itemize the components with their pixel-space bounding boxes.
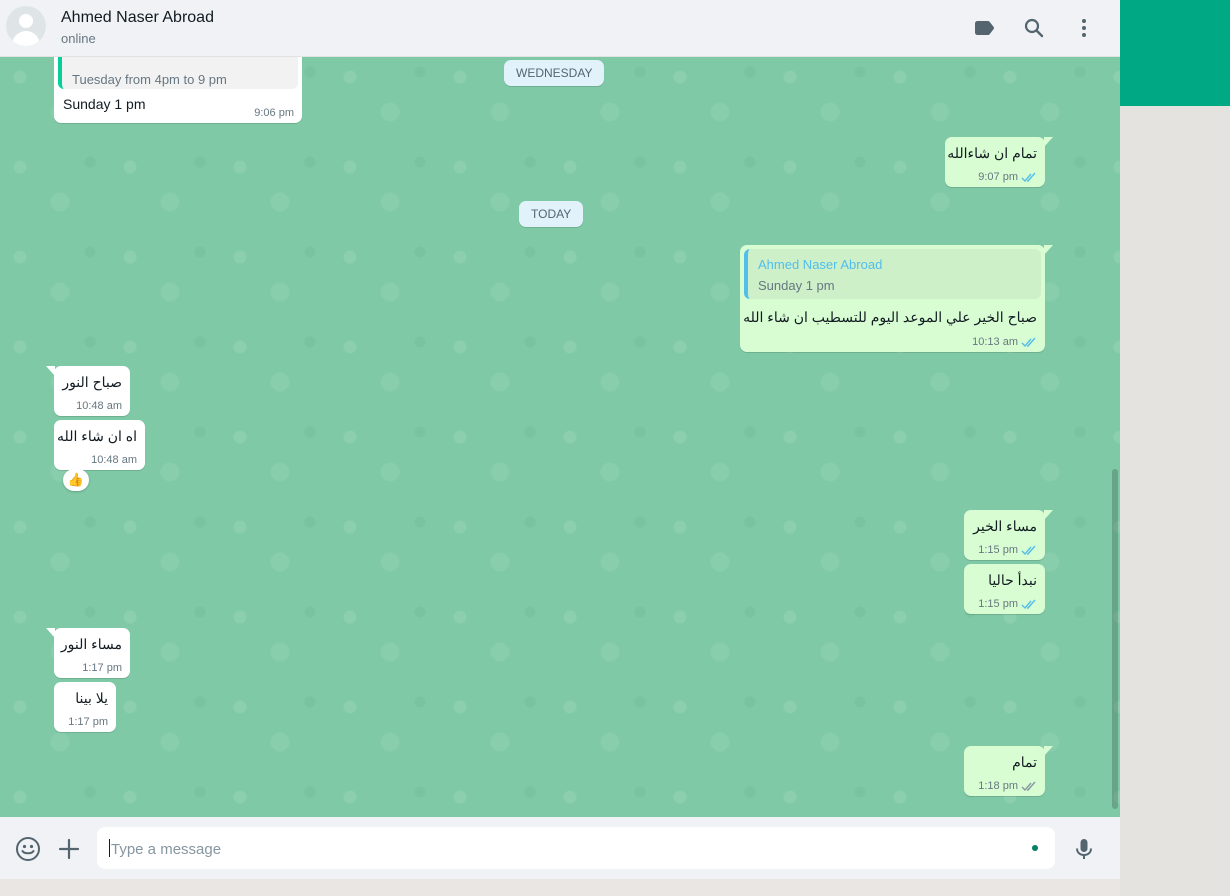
message-time: 10:48 am [76, 400, 122, 412]
contact-status: online [61, 31, 96, 46]
quoted-text: Sunday 1 pm [758, 278, 835, 293]
read-double-tick-icon [1021, 172, 1036, 182]
message-text: نبدأ حاليا [988, 572, 1037, 588]
message-incoming[interactable]: Tuesday from 4pm to 9 pm Sunday 1 pm 9:0… [54, 57, 302, 123]
bubble-tail [1044, 245, 1053, 255]
avatar-head-shape [19, 14, 33, 28]
message-meta: 1:17 pm [82, 662, 122, 674]
message-text: صباح الخير علي الموعد اليوم للتسطيب ان ش… [743, 309, 1037, 325]
chat-pane: Ahmed Naser Abroad online Tuesday from 4… [0, 0, 1120, 896]
text-caret [109, 839, 110, 857]
message-meta: 1:18 pm [978, 780, 1037, 792]
quoted-message[interactable]: Tuesday from 4pm to 9 pm [58, 57, 298, 89]
window-bottom-strip [0, 879, 1120, 896]
read-double-tick-icon [1021, 545, 1036, 555]
message-time: 1:15 pm [978, 598, 1018, 610]
message-outgoing[interactable]: مساء الخير 1:15 pm [964, 510, 1053, 560]
label-icon[interactable] [972, 16, 996, 40]
message-incoming[interactable]: اه ان شاء الله 10:48 am [54, 420, 145, 470]
quoted-text: Tuesday from 4pm to 9 pm [72, 72, 227, 87]
background-panel [1120, 0, 1230, 896]
quoted-author: Ahmed Naser Abroad [758, 257, 883, 272]
read-double-tick-icon [1021, 599, 1036, 609]
message-time: 10:13 am [972, 336, 1018, 348]
bubble-tail [1044, 137, 1053, 147]
message-time: 9:07 pm [978, 171, 1018, 183]
message-incoming[interactable]: يلا بينا 1:17 pm [54, 682, 116, 732]
message-outgoing[interactable]: تمام ان شاءالله 9:07 pm [945, 137, 1053, 187]
contact-name[interactable]: Ahmed Naser Abroad [61, 9, 214, 27]
emoji-icon[interactable] [15, 836, 41, 862]
read-double-tick-icon [1021, 337, 1036, 347]
search-icon[interactable] [1022, 16, 1046, 40]
message-time: 1:17 pm [68, 716, 108, 728]
message-text: يلا بينا [75, 690, 108, 706]
message-text: Sunday 1 pm [63, 96, 146, 112]
message-meta: 10:48 am [76, 400, 122, 412]
message-meta: 1:15 pm [978, 544, 1037, 556]
status-dot [1032, 845, 1038, 851]
message-time: 1:18 pm [978, 780, 1018, 792]
message-text: تمام [1012, 754, 1037, 770]
bubble-tail [1044, 510, 1053, 520]
message-text: مساء الخير [973, 518, 1037, 534]
chat-header[interactable]: Ahmed Naser Abroad online [0, 0, 1120, 57]
mic-icon[interactable] [1071, 836, 1097, 862]
message-meta: 9:06 pm [254, 107, 294, 119]
background-brand-strip [1120, 0, 1230, 106]
reaction-badge[interactable]: 👍 [63, 469, 89, 491]
message-time: 1:17 pm [82, 662, 122, 674]
message-input-box[interactable] [97, 827, 1055, 871]
bubble-tail [46, 628, 55, 638]
message-meta: 10:48 am [91, 454, 137, 466]
message-text: تمام ان شاءالله [947, 145, 1037, 161]
scrollbar-thumb[interactable] [1112, 469, 1118, 809]
message-outgoing[interactable]: نبدأ حاليا 1:15 pm [964, 564, 1045, 614]
message-input[interactable] [109, 827, 1013, 871]
date-chip: WEDNESDAY [504, 60, 605, 86]
message-list[interactable]: Tuesday from 4pm to 9 pm Sunday 1 pm 9:0… [0, 57, 1120, 817]
avatar-body-shape [12, 31, 40, 46]
message-meta: 9:07 pm [978, 171, 1037, 183]
menu-icon[interactable] [1072, 16, 1096, 40]
delivered-double-tick-icon [1021, 781, 1036, 791]
attach-plus-icon[interactable] [56, 836, 82, 862]
message-text: اه ان شاء الله [57, 428, 137, 444]
message-outgoing[interactable]: تمام 1:18 pm [964, 746, 1053, 796]
message-text: مساء النور [60, 636, 122, 652]
message-time: 10:48 am [91, 454, 137, 466]
message-meta: 1:15 pm [978, 598, 1037, 610]
message-text: صباح النور [62, 374, 122, 390]
bubble-tail [46, 366, 55, 376]
contact-avatar[interactable] [6, 6, 46, 46]
bubble-tail [1044, 746, 1053, 756]
message-incoming[interactable]: صباح النور 10:48 am [46, 366, 130, 416]
message-time: 9:06 pm [254, 107, 294, 119]
message-meta: 10:13 am [972, 336, 1037, 348]
composer-bar [0, 817, 1120, 879]
message-time: 1:15 pm [978, 544, 1018, 556]
message-outgoing[interactable]: Ahmed Naser Abroad Sunday 1 pm صباح الخي… [740, 245, 1053, 352]
date-chip: TODAY [519, 201, 584, 227]
message-incoming[interactable]: مساء النور 1:17 pm [46, 628, 130, 678]
quoted-message[interactable]: Ahmed Naser Abroad Sunday 1 pm [744, 249, 1041, 299]
message-meta: 1:17 pm [68, 716, 108, 728]
